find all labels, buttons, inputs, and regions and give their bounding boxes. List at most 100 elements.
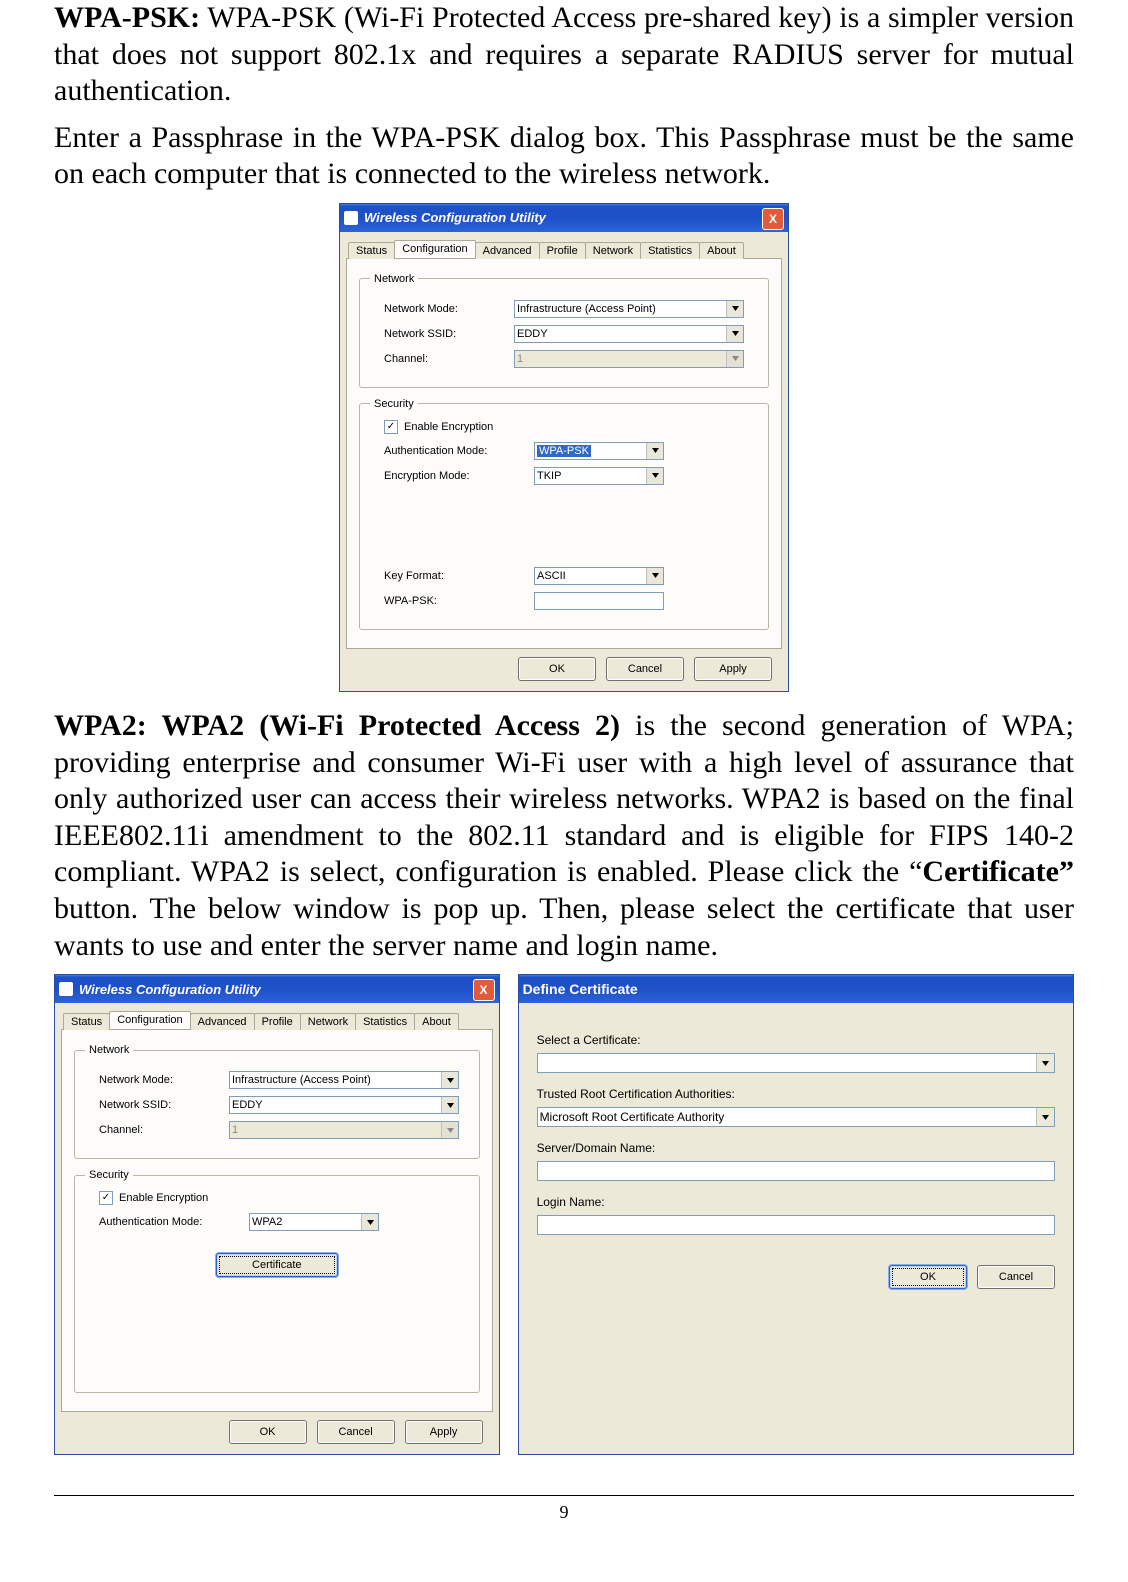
bold-certificate: Certificate” [922, 855, 1074, 888]
label-network-ssid: Network SSID: [370, 328, 514, 340]
select-channel: 1 [514, 350, 744, 368]
chevron-down-icon [726, 351, 743, 367]
label-enable-encryption: Enable Encryption [119, 1192, 208, 1204]
input-server-domain[interactable] [537, 1161, 1055, 1181]
group-security-legend: Security [370, 398, 418, 410]
tab-configuration[interactable]: Configuration [109, 1011, 190, 1029]
app-icon [344, 211, 358, 225]
select-channel: 1 [229, 1121, 459, 1139]
close-icon: X [480, 983, 488, 997]
chevron-down-icon [646, 468, 663, 484]
para-wpa2: WPA2: WPA2 (Wi-Fi Protected Access 2) is… [54, 708, 1074, 964]
group-network-legend: Network [370, 273, 418, 285]
cancel-button[interactable]: Cancel [317, 1420, 395, 1444]
lead-wpa-psk: WPA-PSK: [54, 1, 200, 34]
chevron-down-icon [646, 568, 663, 584]
tab-strip: Status Configuration Advanced Profile Ne… [61, 1009, 493, 1030]
tab-profile[interactable]: Profile [539, 242, 586, 259]
label-network-mode: Network Mode: [370, 303, 514, 315]
label-network-ssid: Network SSID: [85, 1099, 229, 1111]
checkbox-enable-encryption[interactable]: ✓ Enable Encryption [99, 1191, 469, 1205]
label-select-cert: Select a Certificate: [537, 1033, 1055, 1047]
tab-about[interactable]: About [414, 1013, 459, 1030]
select-certificate[interactable] [537, 1053, 1055, 1073]
group-network: Network Network Mode: Infrastructure (Ac… [74, 1044, 480, 1159]
lead-wpa2: WPA2: WPA2 (Wi-Fi Protected Access 2) [54, 709, 620, 742]
chevron-down-icon [726, 326, 743, 342]
text-wpa2-b: button. The below window is pop up. Then… [54, 892, 1074, 962]
certificate-button[interactable]: Certificate [216, 1253, 338, 1277]
close-icon: X [769, 212, 777, 226]
tab-status[interactable]: Status [63, 1013, 110, 1030]
group-network: Network Network Mode: Infrastructure (Ac… [359, 273, 769, 388]
label-network-mode: Network Mode: [85, 1074, 229, 1086]
select-network-ssid[interactable]: EDDY [229, 1096, 459, 1114]
para-passphrase: Enter a Passphrase in the WPA-PSK dialog… [54, 120, 1074, 193]
select-network-mode[interactable]: Infrastructure (Access Point) [229, 1071, 459, 1089]
tab-profile[interactable]: Profile [254, 1013, 301, 1030]
label-key-format: Key Format: [370, 570, 534, 582]
close-button[interactable]: X [762, 208, 784, 230]
chevron-down-icon [1036, 1054, 1054, 1072]
ok-button[interactable]: OK [518, 657, 596, 681]
cancel-button[interactable]: Cancel [977, 1265, 1055, 1289]
apply-button[interactable]: Apply [694, 657, 772, 681]
select-network-mode[interactable]: Infrastructure (Access Point) [514, 300, 744, 318]
window-define-certificate: Define Certificate Select a Certificate:… [518, 974, 1074, 1455]
tab-statistics[interactable]: Statistics [640, 242, 700, 259]
select-network-ssid[interactable]: EDDY [514, 325, 744, 343]
tab-advanced[interactable]: Advanced [475, 242, 540, 259]
apply-button[interactable]: Apply [405, 1420, 483, 1444]
group-network-legend: Network [85, 1044, 133, 1056]
check-icon: ✓ [99, 1191, 113, 1205]
label-server-domain: Server/Domain Name: [537, 1141, 1055, 1155]
tab-network[interactable]: Network [300, 1013, 356, 1030]
label-enc-mode: Encryption Mode: [370, 470, 534, 482]
select-auth-mode[interactable]: WPA-PSK [534, 442, 664, 460]
label-channel: Channel: [85, 1124, 229, 1136]
tab-about[interactable]: About [699, 242, 744, 259]
select-auth-mode[interactable]: WPA2 [249, 1213, 379, 1231]
label-auth-mode: Authentication Mode: [370, 445, 534, 457]
chevron-down-icon [1036, 1108, 1054, 1126]
checkbox-enable-encryption[interactable]: ✓ Enable Encryption [384, 420, 758, 434]
titlebar[interactable]: Wireless Configuration Utility X [55, 975, 499, 1003]
window-title: Define Certificate [523, 981, 638, 997]
footer-rule [54, 1495, 1074, 1496]
group-security-legend: Security [85, 1169, 133, 1181]
tab-advanced[interactable]: Advanced [190, 1013, 255, 1030]
check-icon: ✓ [384, 420, 398, 434]
tab-strip: Status Configuration Advanced Profile Ne… [346, 238, 782, 259]
input-wpa-psk[interactable] [534, 592, 664, 610]
group-security: Security ✓ Enable Encryption Authenticat… [74, 1169, 480, 1393]
window-title: Wireless Configuration Utility [364, 210, 546, 225]
select-trusted-root[interactable]: Microsoft Root Certificate Authority [537, 1107, 1055, 1127]
tab-network[interactable]: Network [585, 242, 641, 259]
app-icon [59, 982, 73, 996]
label-auth-mode: Authentication Mode: [85, 1216, 249, 1228]
chevron-down-icon [726, 301, 743, 317]
label-wpa-psk: WPA-PSK: [370, 595, 534, 607]
input-login-name[interactable] [537, 1215, 1055, 1235]
label-trusted-root: Trusted Root Certification Authorities: [537, 1087, 1055, 1101]
window-config-wpapsk: Wireless Configuration Utility X Status … [339, 203, 789, 692]
label-channel: Channel: [370, 353, 514, 365]
tab-statistics[interactable]: Statistics [355, 1013, 415, 1030]
chevron-down-icon [441, 1122, 458, 1138]
window-title: Wireless Configuration Utility [79, 982, 261, 997]
text-wpa-psk: WPA-PSK (Wi-Fi Protected Access pre-shar… [54, 1, 1074, 107]
window-config-wpa2: Wireless Configuration Utility X Status … [54, 974, 500, 1455]
ok-button[interactable]: OK [229, 1420, 307, 1444]
tab-configuration[interactable]: Configuration [394, 240, 475, 258]
page-number: 9 [0, 1502, 1128, 1523]
tab-status[interactable]: Status [348, 242, 395, 259]
titlebar[interactable]: Define Certificate [519, 975, 1073, 1003]
select-enc-mode[interactable]: TKIP [534, 467, 664, 485]
ok-button[interactable]: OK [889, 1265, 967, 1289]
group-security: Security ✓ Enable Encryption Authenticat… [359, 398, 769, 630]
select-key-format[interactable]: ASCII [534, 567, 664, 585]
cancel-button[interactable]: Cancel [606, 657, 684, 681]
para-wpa-psk: WPA-PSK: WPA-PSK (Wi-Fi Protected Access… [54, 0, 1074, 110]
titlebar[interactable]: Wireless Configuration Utility X [340, 204, 788, 232]
close-button[interactable]: X [473, 979, 495, 1001]
